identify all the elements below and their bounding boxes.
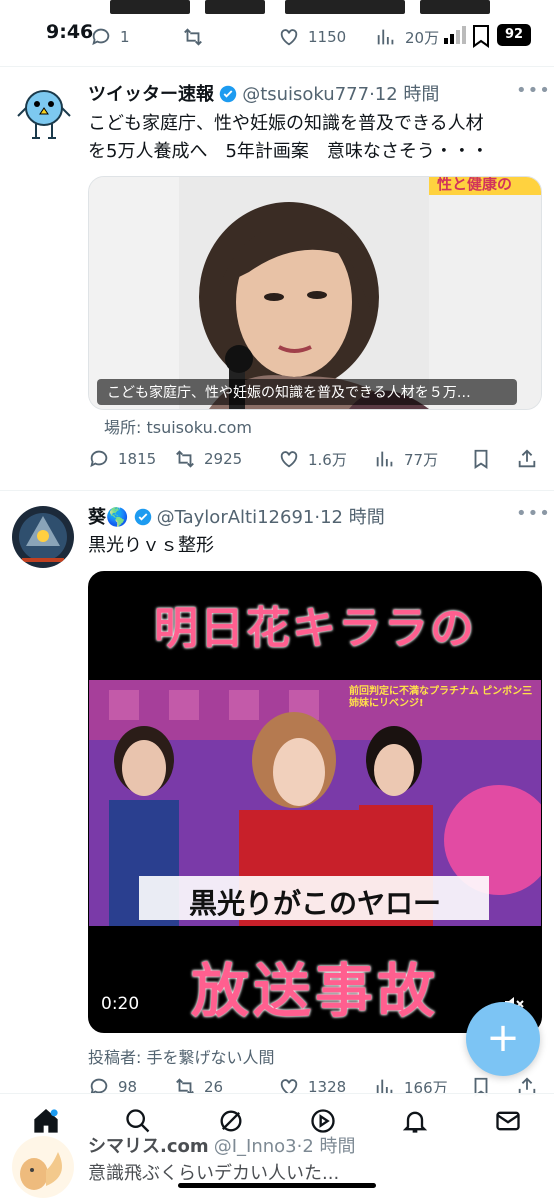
like-count: 1.6万 — [308, 450, 347, 469]
tweet1-header: ツイッター速報 @tsuisoku777·12 時間 — [88, 80, 439, 106]
video-banner-text: 前回判定に不満なプラチナム ピンボン三姉妹にリベンジ! — [349, 686, 533, 709]
previous-tweet-media-edge — [0, 0, 554, 18]
battery-indicator: 92 — [497, 24, 531, 46]
search-icon[interactable] — [124, 1107, 152, 1135]
grok-icon[interactable] — [217, 1107, 245, 1135]
display-name[interactable]: シマリス.com — [88, 1136, 209, 1157]
tweet-time: ·12 時間 — [314, 507, 385, 528]
verified-badge-icon — [134, 508, 151, 526]
reply-button[interactable]: 1815 — [88, 448, 174, 470]
display-name[interactable]: 葵🌎 — [88, 507, 128, 528]
more-options-icon[interactable]: ••• — [516, 503, 551, 524]
prev-like-button[interactable]: 1150 — [278, 26, 346, 48]
prev-reply-button[interactable]: 1 — [90, 26, 130, 48]
squirrel-avatar-icon — [12, 1136, 74, 1198]
avatar-tsuisoku[interactable] — [14, 82, 74, 142]
home-indicator[interactable] — [178, 1183, 376, 1188]
link-card-caption: こども家庭庁、性や妊娠の知識を普及できる人材を５万… — [97, 379, 517, 405]
tweet-text: 黒光りｖｓ整形 — [88, 535, 214, 556]
tweet-text-line: こども家庭庁、性や妊娠の知識を普及できる人材 — [88, 113, 484, 134]
video-poster[interactable]: 投稿者: 手を繋げない人間 — [88, 1044, 274, 1068]
views-button[interactable]: 77万 — [374, 448, 470, 470]
like-button[interactable]: 1.6万 — [278, 448, 374, 470]
signal-icon — [444, 26, 466, 44]
user-handle[interactable]: @tsuisoku777 — [242, 84, 369, 105]
share-button[interactable] — [516, 448, 538, 470]
retweet-icon — [184, 28, 202, 46]
avatar-taylor[interactable] — [12, 506, 74, 568]
prev-views-button[interactable]: 20万 — [375, 26, 439, 48]
video-title-text: 明日花キララの — [154, 603, 476, 654]
heart-icon — [280, 29, 298, 46]
video-subtitle-text: 黒光りがこのヤロー — [188, 887, 441, 920]
like-count: 1150 — [308, 28, 347, 46]
views-icon — [376, 451, 393, 467]
bookmark-icon[interactable] — [470, 24, 492, 48]
media-corner-label: 性と健康の — [437, 176, 513, 193]
user-handle[interactable]: @TaylorAlti12691 — [157, 507, 315, 528]
tweet-time: ·2 時間 — [296, 1136, 356, 1157]
tweet2-header: 葵🌎 @TaylorAlti12691·12 時間 — [88, 503, 385, 529]
bookmark-button[interactable] — [470, 448, 516, 470]
video-duration: 0:20 — [101, 994, 140, 1014]
more-options-icon[interactable]: ••• — [516, 80, 551, 101]
bookmark-icon — [474, 449, 488, 469]
notifications-icon[interactable] — [401, 1107, 429, 1135]
heart-icon — [280, 451, 298, 468]
view-count: 20万 — [405, 28, 440, 47]
tweet3-header: シマリス.com @I_Inno3·2 時間 — [88, 1132, 356, 1158]
divider — [0, 490, 554, 491]
link-source[interactable]: 場所: tsuisoku.com — [104, 414, 252, 438]
view-count: 77万 — [404, 450, 439, 469]
link-card-image[interactable]: 性と健康の こども家庭庁、性や妊娠の知識を普及できる人材を５万… — [88, 176, 542, 410]
views-icon — [377, 29, 394, 45]
user-handle[interactable]: @I_Inno3 — [214, 1136, 297, 1157]
retweet-button[interactable]: 2925 — [174, 448, 278, 470]
reply-icon — [92, 28, 110, 46]
bird-avatar-icon — [17, 90, 71, 139]
messages-icon[interactable] — [494, 1107, 522, 1135]
tweet-text-line: を5万人養成へ 5年計画案 意味なさそう・・・ — [88, 141, 489, 162]
tweet-text: こども家庭庁、性や妊娠の知識を普及できる人材 を5万人養成へ 5年計画案 意味な… — [88, 110, 548, 166]
news-photo — [89, 177, 541, 409]
video-player[interactable]: 明日花キララの 前回判定に不満なプラチナム ピンボン三姉妹にリベンジ! 黒光りが… — [88, 571, 542, 1033]
status-time: 9:46 — [46, 21, 94, 43]
share-icon — [518, 449, 536, 468]
reply-count: 1815 — [118, 450, 157, 468]
reply-icon — [90, 450, 108, 468]
reply-count: 1 — [120, 28, 130, 46]
display-name[interactable]: ツイッター速報 — [88, 84, 214, 105]
tweet-time: ·12 時間 — [369, 84, 440, 105]
divider — [0, 66, 554, 67]
tweet1-actions: 1815 2925 1.6万 77万 — [88, 448, 540, 470]
compose-tweet-button[interactable]: + — [466, 1002, 540, 1076]
home-icon[interactable] — [32, 1107, 60, 1135]
prev-retweet-button[interactable] — [182, 26, 204, 48]
retweet-icon — [176, 450, 194, 468]
video-tab-icon[interactable] — [309, 1107, 337, 1135]
avatar-shimarisu[interactable] — [12, 1136, 74, 1198]
verified-badge-icon — [219, 85, 237, 103]
robot-avatar-icon — [12, 506, 74, 568]
retweet-count: 2925 — [204, 450, 243, 468]
